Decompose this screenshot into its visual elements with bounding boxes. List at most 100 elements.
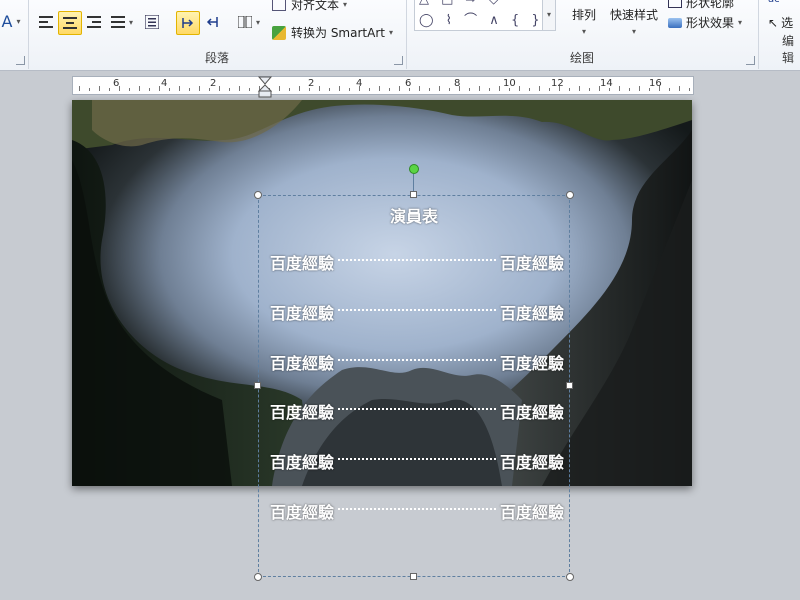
cast-list-row[interactable]: 百度經驗 百度經驗 [270,449,564,473]
ruler-tick [89,88,90,91]
ruler-tick [169,88,170,91]
align-center-icon[interactable] [58,11,82,35]
ruler-tick [469,88,470,91]
ruler-tick [679,86,680,91]
shape-outline-button[interactable]: 形状轮廓 [668,0,734,11]
align-text-button[interactable]: 对齐文本 ▾ [272,0,347,13]
resize-handle-right[interactable] [566,382,573,389]
resize-handle-top-right[interactable] [566,191,574,199]
ruler-number: 8 [454,78,461,89]
ruler-tick [429,88,430,91]
distribute-icon[interactable] [142,12,162,32]
select-button[interactable]: ↖ 选 [768,14,793,31]
ruler-tick [129,88,130,91]
ruler-tick [149,88,150,91]
ruler-tick [239,86,240,91]
arrange-label: 排列 [572,8,597,22]
ruler-tick [389,88,390,91]
ruler-tick [629,88,630,91]
indent-marker-icon[interactable] [258,76,272,98]
ribbon: A ▾ ▾ ▾ 对齐文本 ▾ 转换为 SmartArt ▾ 段落 绘图 ◯ ⌇ … [0,0,800,71]
actor-name: 百度經驗 [499,354,564,373]
ruler-tick [99,86,100,91]
resize-handle-left[interactable] [254,382,261,389]
ruler-tick [619,86,620,91]
ruler-tick [689,88,690,91]
ruler-number: 12 [551,78,564,89]
shapes-gallery[interactable]: △ □ ⇨ ◇ ◯ ⌇ ⌒ ∧ { } ▾ [414,0,556,31]
ruler-tick [549,88,550,91]
align-left-icon[interactable] [36,12,56,32]
ruler-tick [569,88,570,91]
drawing-group-label: 绘图 [569,51,594,65]
rtl-direction-icon[interactable] [202,12,222,32]
ruler-number: 2 [308,78,315,89]
shape-effects-icon [668,17,682,28]
quick-styles-button[interactable]: 快速样式 ▾ [610,6,658,36]
ruler-number: 10 [503,78,516,89]
resize-handle-bottom[interactable] [410,573,417,580]
ruler-tick [339,86,340,91]
ruler-tick [109,88,110,91]
ruler-number: 14 [600,78,613,89]
role-name: 百度經驗 [270,403,335,422]
justify-icon[interactable]: ▾ [108,12,136,32]
dotted-leader [338,458,496,460]
cast-list-row[interactable]: 百度經驗 百度經驗 [270,399,564,423]
font-color-icon[interactable]: A ▾ [0,10,22,32]
ruler-tick [379,86,380,91]
ruler-number: 16 [649,78,662,89]
columns-icon[interactable]: ▾ [234,12,264,32]
ruler-tick [289,88,290,91]
cast-list-row[interactable]: 百度經驗 百度經驗 [270,250,564,274]
ruler-tick [499,86,500,91]
select-cursor-icon: ↖ [768,15,779,30]
quick-styles-label: 快速样式 [610,8,659,22]
drawing-dialog-launcher-icon[interactable] [746,56,755,65]
rotation-handle[interactable] [409,164,419,174]
ruler-tick [249,88,250,91]
ruler-tick [319,86,320,91]
convert-smartart-button[interactable]: 转换为 SmartArt ▾ [272,24,393,41]
ruler-tick [349,88,350,91]
actor-name: 百度經驗 [499,254,564,273]
role-name: 百度經驗 [270,254,335,273]
edit-group: ac ↖ 选 编辑 [758,0,800,69]
ruler-tick [79,86,80,91]
align-right-icon[interactable] [84,12,104,32]
ruler-tick [449,88,450,91]
ruler-number: 6 [113,78,120,89]
cast-list-title[interactable]: 演員表 [258,203,570,227]
resize-handle-bottom-left[interactable] [254,573,262,581]
replace-icon[interactable]: ac [768,0,780,5]
font-dialog-launcher-icon[interactable] [16,56,25,65]
ruler-tick [439,86,440,91]
shape-effects-button[interactable]: 形状效果 ▾ [668,14,742,31]
dotted-leader [338,508,496,510]
ruler-tick [529,88,530,91]
horizontal-ruler[interactable]: 6 4 2 2 4 6 8 10 12 14 16 [72,76,694,95]
convert-smartart-label: 转换为 SmartArt [291,26,385,40]
ruler-tick [189,88,190,91]
arrange-button[interactable]: 排列 ▾ [572,6,596,36]
resize-handle-bottom-right[interactable] [566,573,574,581]
actor-name: 百度經驗 [499,453,564,472]
cast-list-row[interactable]: 百度經驗 百度經驗 [270,300,564,324]
ruler-tick [179,86,180,91]
paragraph-dialog-launcher-icon[interactable] [394,56,403,65]
ruler-number: 6 [405,78,412,89]
align-text-icon [272,0,286,11]
ltr-direction-icon[interactable] [176,11,200,35]
ruler-tick [369,88,370,91]
align-text-label: 对齐文本 [291,0,340,12]
ruler-tick [219,86,220,91]
resize-handle-top-left[interactable] [254,191,262,199]
cast-list-row[interactable]: 百度經驗 百度經驗 [270,499,564,523]
cast-list-row[interactable]: 百度經驗 百度經驗 [270,350,564,374]
gallery-more-icon[interactable]: ▾ [542,0,555,30]
ruler-tick [539,86,540,91]
ruler-number: 4 [161,78,168,89]
resize-handle-top[interactable] [410,191,417,198]
ruler-tick [399,86,400,91]
dotted-leader [338,408,496,410]
